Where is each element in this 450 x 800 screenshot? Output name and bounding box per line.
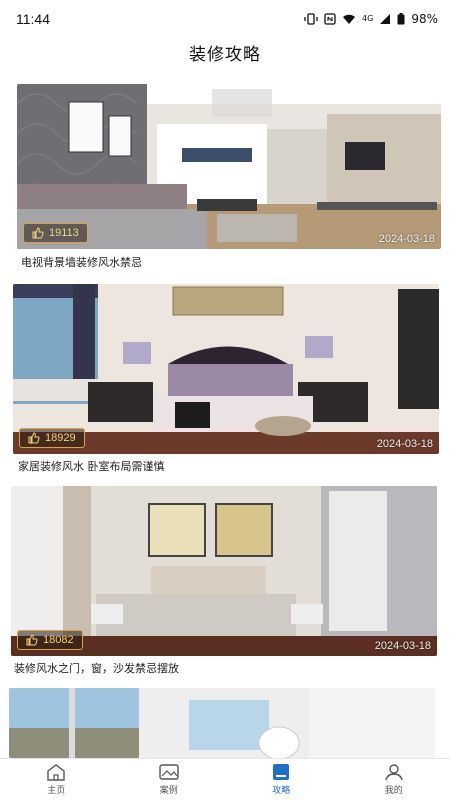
nfc-icon — [324, 13, 336, 25]
article-feed[interactable]: 19113 2024-03-18 电视背景墙装修风水禁忌 18929 2024-… — [0, 78, 450, 758]
article-card[interactable]: 19113 2024-03-18 电视背景墙装修风水禁忌 — [0, 78, 450, 273]
tab-label: 主页 — [47, 786, 66, 796]
like-count: 19113 — [49, 227, 79, 239]
thumbs-up-icon — [26, 634, 38, 646]
article-date: 2024-03-18 — [376, 438, 433, 450]
page-title: 装修攻略 — [189, 45, 261, 65]
book-icon — [273, 764, 290, 780]
like-badge: 19113 — [23, 223, 88, 243]
tab-guides[interactable]: 攻略 — [225, 759, 338, 800]
bottom-tab-bar: 主页 案例 攻略 我的 — [0, 758, 450, 800]
vibrate-icon — [304, 13, 318, 25]
tab-profile[interactable]: 我的 — [338, 759, 450, 800]
wifi-icon — [343, 14, 356, 24]
living-room-window-photo — [9, 688, 435, 758]
like-badge: 18082 — [17, 630, 83, 650]
like-count: 18929 — [45, 432, 76, 444]
article-card[interactable]: 18082 2024-03-18 装修风水之门，窗，沙发禁忌摆放 — [0, 482, 450, 682]
tab-label: 攻略 — [272, 786, 291, 796]
article-card[interactable]: 18929 2024-03-18 家居装修风水 卧室布局需谨慎 — [0, 280, 450, 480]
status-time: 11:44 — [16, 11, 50, 27]
battery-icon — [397, 13, 405, 25]
status-icons: 4G 98% — [304, 12, 438, 26]
article-image[interactable]: 19113 2024-03-18 — [17, 84, 441, 249]
tab-cases[interactable]: 案例 — [113, 759, 226, 800]
article-date: 2024-03-18 — [374, 640, 431, 652]
network-type-label: 4G — [362, 14, 374, 23]
article-card[interactable] — [0, 686, 450, 758]
article-image[interactable]: 18082 2024-03-18 — [11, 486, 437, 656]
user-icon — [385, 764, 403, 781]
tab-label: 我的 — [384, 786, 403, 796]
gallery-icon — [159, 764, 179, 780]
article-image[interactable]: 18929 2024-03-18 — [13, 284, 439, 454]
signal-icon — [380, 14, 391, 24]
thumbs-up-icon — [32, 227, 44, 239]
like-count: 18082 — [43, 634, 74, 646]
article-date: 2024-03-18 — [378, 233, 435, 245]
battery-percent: 98% — [411, 12, 438, 26]
home-icon — [47, 764, 65, 781]
article-image[interactable] — [9, 688, 435, 758]
tab-label: 案例 — [159, 786, 178, 796]
tab-home[interactable]: 主页 — [0, 759, 113, 800]
article-title[interactable]: 电视背景墙装修风水禁忌 — [21, 254, 142, 270]
article-title[interactable]: 装修风水之门，窗，沙发禁忌摆放 — [14, 660, 179, 676]
like-badge: 18929 — [19, 428, 85, 448]
article-title[interactable]: 家居装修风水 卧室布局需谨慎 — [18, 458, 165, 474]
thumbs-up-icon — [28, 432, 40, 444]
status-bar: 11:44 4G 98% — [0, 0, 450, 38]
